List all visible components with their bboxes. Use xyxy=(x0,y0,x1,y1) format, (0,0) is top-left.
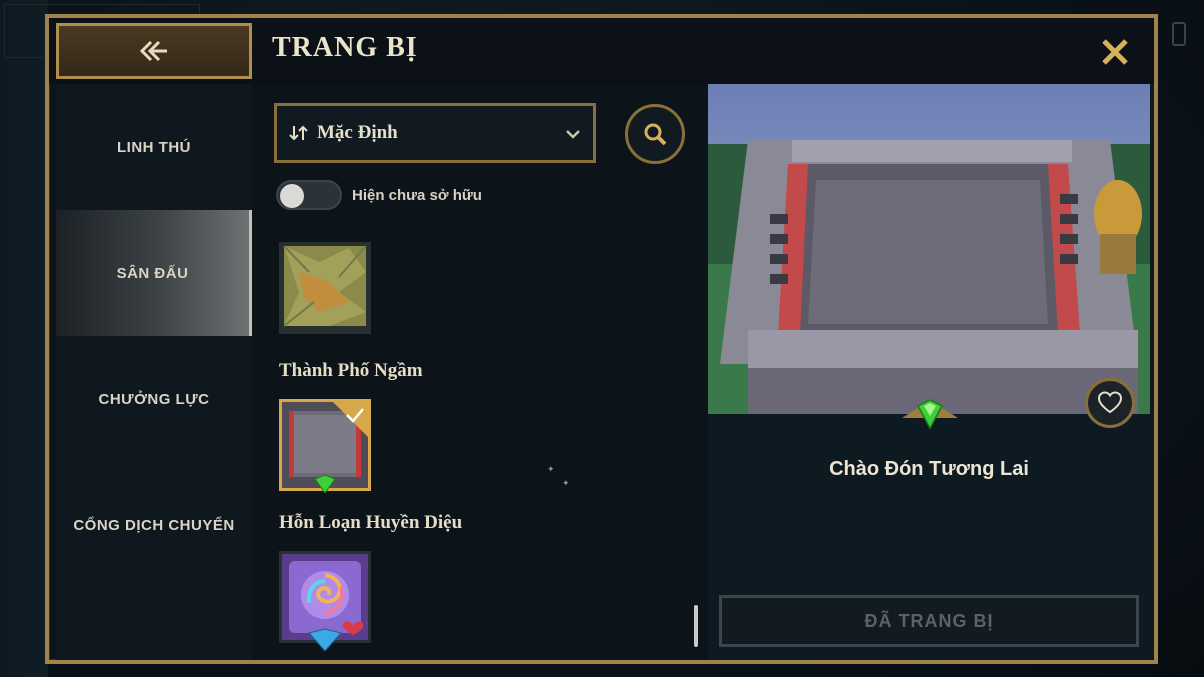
favorite-button[interactable] xyxy=(1085,378,1135,428)
list-scrollbar[interactable] xyxy=(694,605,698,647)
back-arrow-icon xyxy=(139,40,167,62)
sidebar-item-san-dau[interactable]: SÂN ĐẤU xyxy=(56,210,252,336)
show-unowned-toggle[interactable] xyxy=(276,180,342,210)
sidebar-item-linh-thu[interactable]: LINH THÚ xyxy=(56,84,252,210)
back-button[interactable] xyxy=(56,23,252,79)
selected-arena-name: Chào Đón Tương Lai xyxy=(829,458,1029,480)
close-button[interactable] xyxy=(1099,36,1131,68)
arena-thumbnail-default[interactable] xyxy=(279,242,371,334)
arena-list-panel: Mặc Định Hiện chưa sở hữu Thành Phố Ngầm… xyxy=(252,84,708,660)
sidebar: LINH THÚ SÂN ĐẤU CHƯỞNG LỰC CỔNG DỊCH CH… xyxy=(56,84,252,660)
arena-preview-image xyxy=(708,84,1150,424)
close-icon xyxy=(1102,39,1128,65)
gem-icon xyxy=(902,399,958,430)
sort-icon xyxy=(289,125,308,141)
arena-thumbnail-hon-loan-huyen-dieu[interactable] xyxy=(279,551,371,652)
search-button[interactable] xyxy=(625,104,685,164)
background-left xyxy=(0,0,48,677)
chevron-down-icon xyxy=(566,130,580,139)
sidebar-item-label: CỔNG DỊCH CHUYỂN xyxy=(73,516,235,534)
sidebar-item-label: CHƯỞNG LỰC xyxy=(98,390,210,408)
sparkle-decoration: ✦ xyxy=(547,464,555,474)
equipped-button[interactable]: ĐÃ TRANG BỊ xyxy=(719,595,1139,647)
equipment-modal: TRANG BỊ LINH THÚ SÂN ĐẤU CHƯỞNG LỰC CỔN… xyxy=(45,14,1158,664)
battery-icon xyxy=(1172,22,1186,46)
modal-header: TRANG BỊ xyxy=(49,18,1154,84)
arena-thumbnail-thanh-pho-ngam[interactable] xyxy=(279,399,371,494)
page-title: TRANG BỊ xyxy=(272,32,418,63)
show-unowned-label: Hiện chưa sở hữu xyxy=(352,187,482,204)
sort-value: Mặc Định xyxy=(317,122,398,143)
preview-panel: Chào Đón Tương Lai ĐÃ TRANG BỊ xyxy=(708,84,1154,660)
sidebar-item-cong-dich-chuyen[interactable]: CỔNG DỊCH CHUYỂN xyxy=(56,462,252,588)
sidebar-item-chuong-luc[interactable]: CHƯỞNG LỰC xyxy=(56,336,252,462)
search-icon xyxy=(644,123,667,146)
sidebar-item-label: SÂN ĐẤU xyxy=(116,264,189,282)
sort-dropdown[interactable]: Mặc Định xyxy=(274,103,596,163)
toggle-knob xyxy=(280,184,304,208)
sparkle-decoration: ✦ xyxy=(562,478,570,488)
equipped-button-label: ĐÃ TRANG BỊ xyxy=(864,610,994,631)
sidebar-item-label: LINH THÚ xyxy=(117,138,191,156)
arena-name: Thành Phố Ngầm xyxy=(279,360,423,381)
arena-name: Hỗn Loạn Huyền Diệu xyxy=(279,512,463,533)
heart-icon xyxy=(1097,391,1123,414)
